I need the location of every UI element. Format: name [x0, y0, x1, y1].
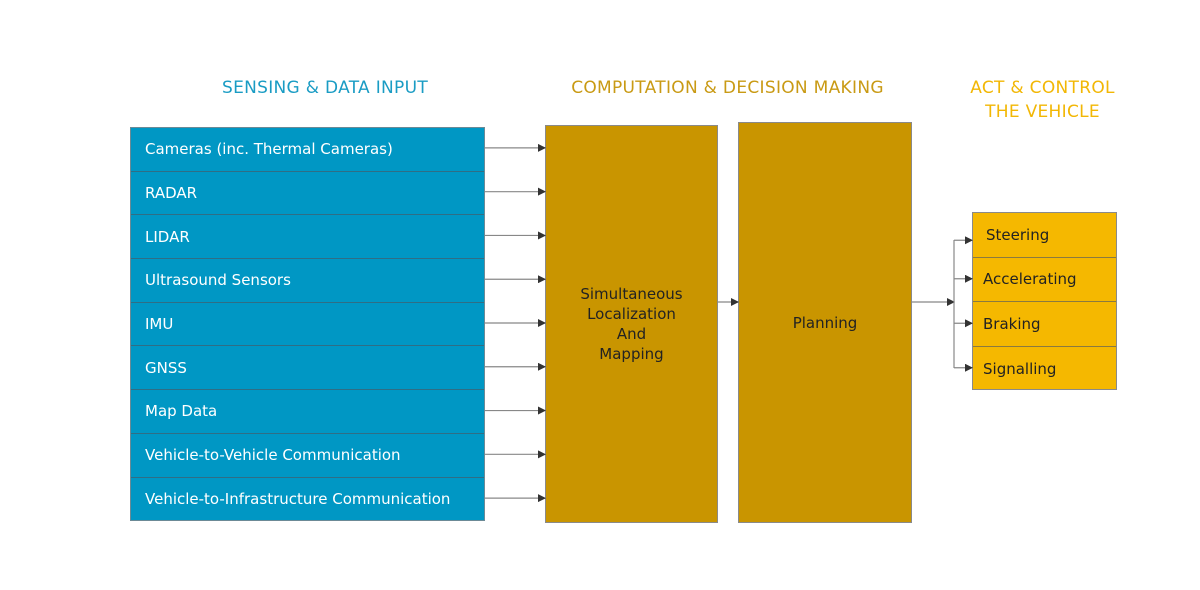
slam-label-line: Localization [587, 305, 676, 323]
action-item-braking: Braking [973, 302, 1116, 347]
planning-label: Planning [792, 313, 858, 332]
slam-label-line: Mapping [599, 345, 664, 363]
sensing-item-gnss: GNSS [131, 346, 484, 391]
header-act-line2: THE VEHICLE [985, 102, 1100, 122]
slam-block: Simultaneous Localization And Mapping [545, 125, 718, 523]
sensing-item-v2v: Vehicle-to-Vehicle Communication [131, 434, 484, 478]
planning-block: Planning [738, 122, 912, 523]
sensing-item-v2i: Vehicle-to-Infrastructure Communication [145, 490, 451, 509]
header-sensing: SENSING & DATA INPUT [221, 78, 428, 98]
action-item-accelerating: Accelerating [973, 258, 1116, 302]
slam-label: Simultaneous Localization And Mapping [580, 284, 682, 364]
slam-label-line: And [616, 325, 647, 343]
header-computation: COMPUTATION & DECISION MAKING [571, 78, 884, 98]
action-list: Steering Accelerating Braking Signalling [972, 212, 1117, 390]
sensing-item-ultrasound: Ultrasound Sensors [131, 259, 484, 303]
sensing-item-map-data: Map Data [131, 390, 484, 434]
action-item-steering: Steering [973, 213, 1116, 258]
action-arrows [954, 236, 973, 372]
header-act-line1: ACT & CONTROL [970, 78, 1115, 98]
sensing-item-radar: RADAR [131, 172, 484, 216]
action-item-signalling: Signalling [983, 359, 1057, 378]
sensing-item-cameras: Cameras (inc. Thermal Cameras) [131, 128, 484, 172]
slam-label-line: Simultaneous [580, 285, 683, 303]
sensing-item-lidar: LIDAR [131, 215, 484, 260]
sensing-item-imu: IMU [131, 303, 484, 347]
input-arrows [485, 143, 546, 503]
sensing-input-list: Cameras (inc. Thermal Cameras) RADAR LID… [130, 127, 485, 521]
